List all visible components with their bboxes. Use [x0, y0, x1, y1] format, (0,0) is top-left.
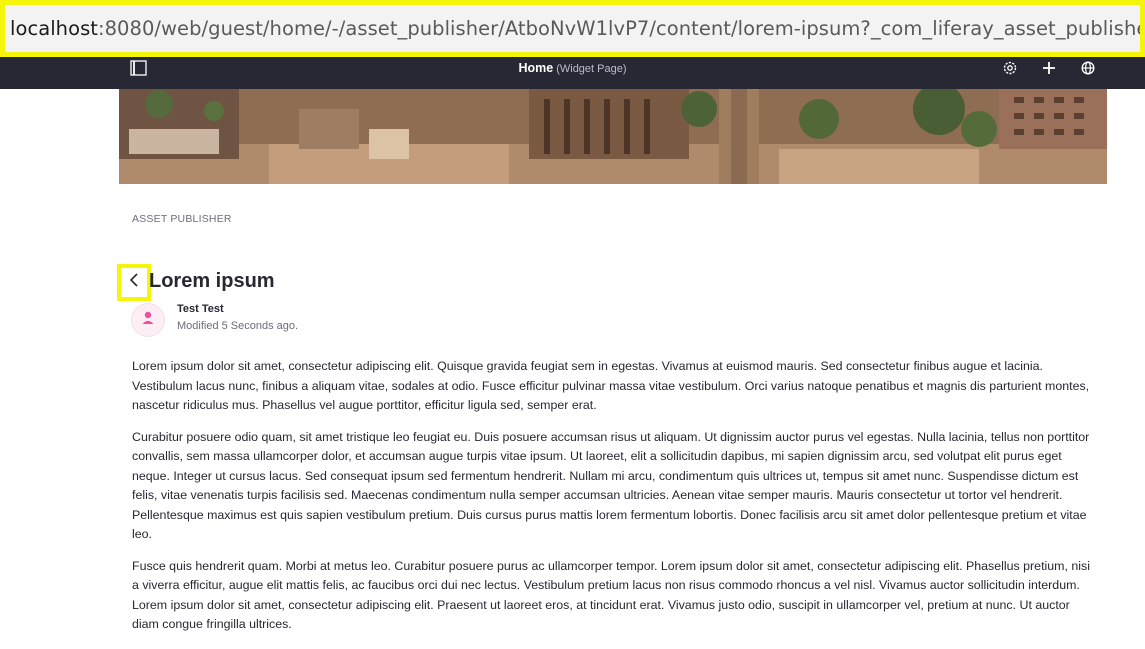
article-content: Lorem ipsum dolor sit amet, consectetur …	[132, 357, 1092, 647]
url-text: localhost:8080/web/guest/home/-/asset_pu…	[5, 17, 1140, 40]
avatar	[131, 303, 165, 337]
simulation-globe-icon[interactable]	[1080, 60, 1096, 76]
article-paragraph: Curabitur posuere odio quam, sit amet tr…	[132, 429, 1090, 542]
add-icon[interactable]	[1041, 60, 1057, 76]
back-button[interactable]	[117, 264, 151, 301]
address-bar[interactable]: localhost:8080/web/guest/home/-/asset_pu…	[0, 0, 1145, 57]
article-paragraph: Fusce quis hendrerit quam. Morbi at metu…	[132, 558, 1090, 632]
page-type: (Widget Page)	[556, 63, 627, 75]
banner-image	[119, 89, 1107, 184]
control-menu: Home (Widget Page)	[0, 57, 1145, 89]
page-title-area: Home (Widget Page)	[0, 61, 1145, 75]
user-icon	[140, 310, 156, 331]
article-paragraph: Lorem ipsum dolor sit amet, consectetur …	[132, 359, 1090, 412]
article-title: Lorem ipsum	[149, 270, 275, 292]
chevron-left-icon	[128, 272, 140, 293]
modified-date: Modified 5 Seconds ago.	[177, 320, 299, 332]
portlet-title: ASSET PUBLISHER	[132, 213, 232, 225]
url-host: localhost	[10, 17, 98, 40]
url-path: :8080/web/guest/home/-/asset_publisher/A…	[97, 17, 1140, 40]
gear-icon[interactable]	[1002, 60, 1018, 76]
page-title: Home	[518, 61, 554, 75]
author-name: Test Test	[177, 303, 224, 315]
